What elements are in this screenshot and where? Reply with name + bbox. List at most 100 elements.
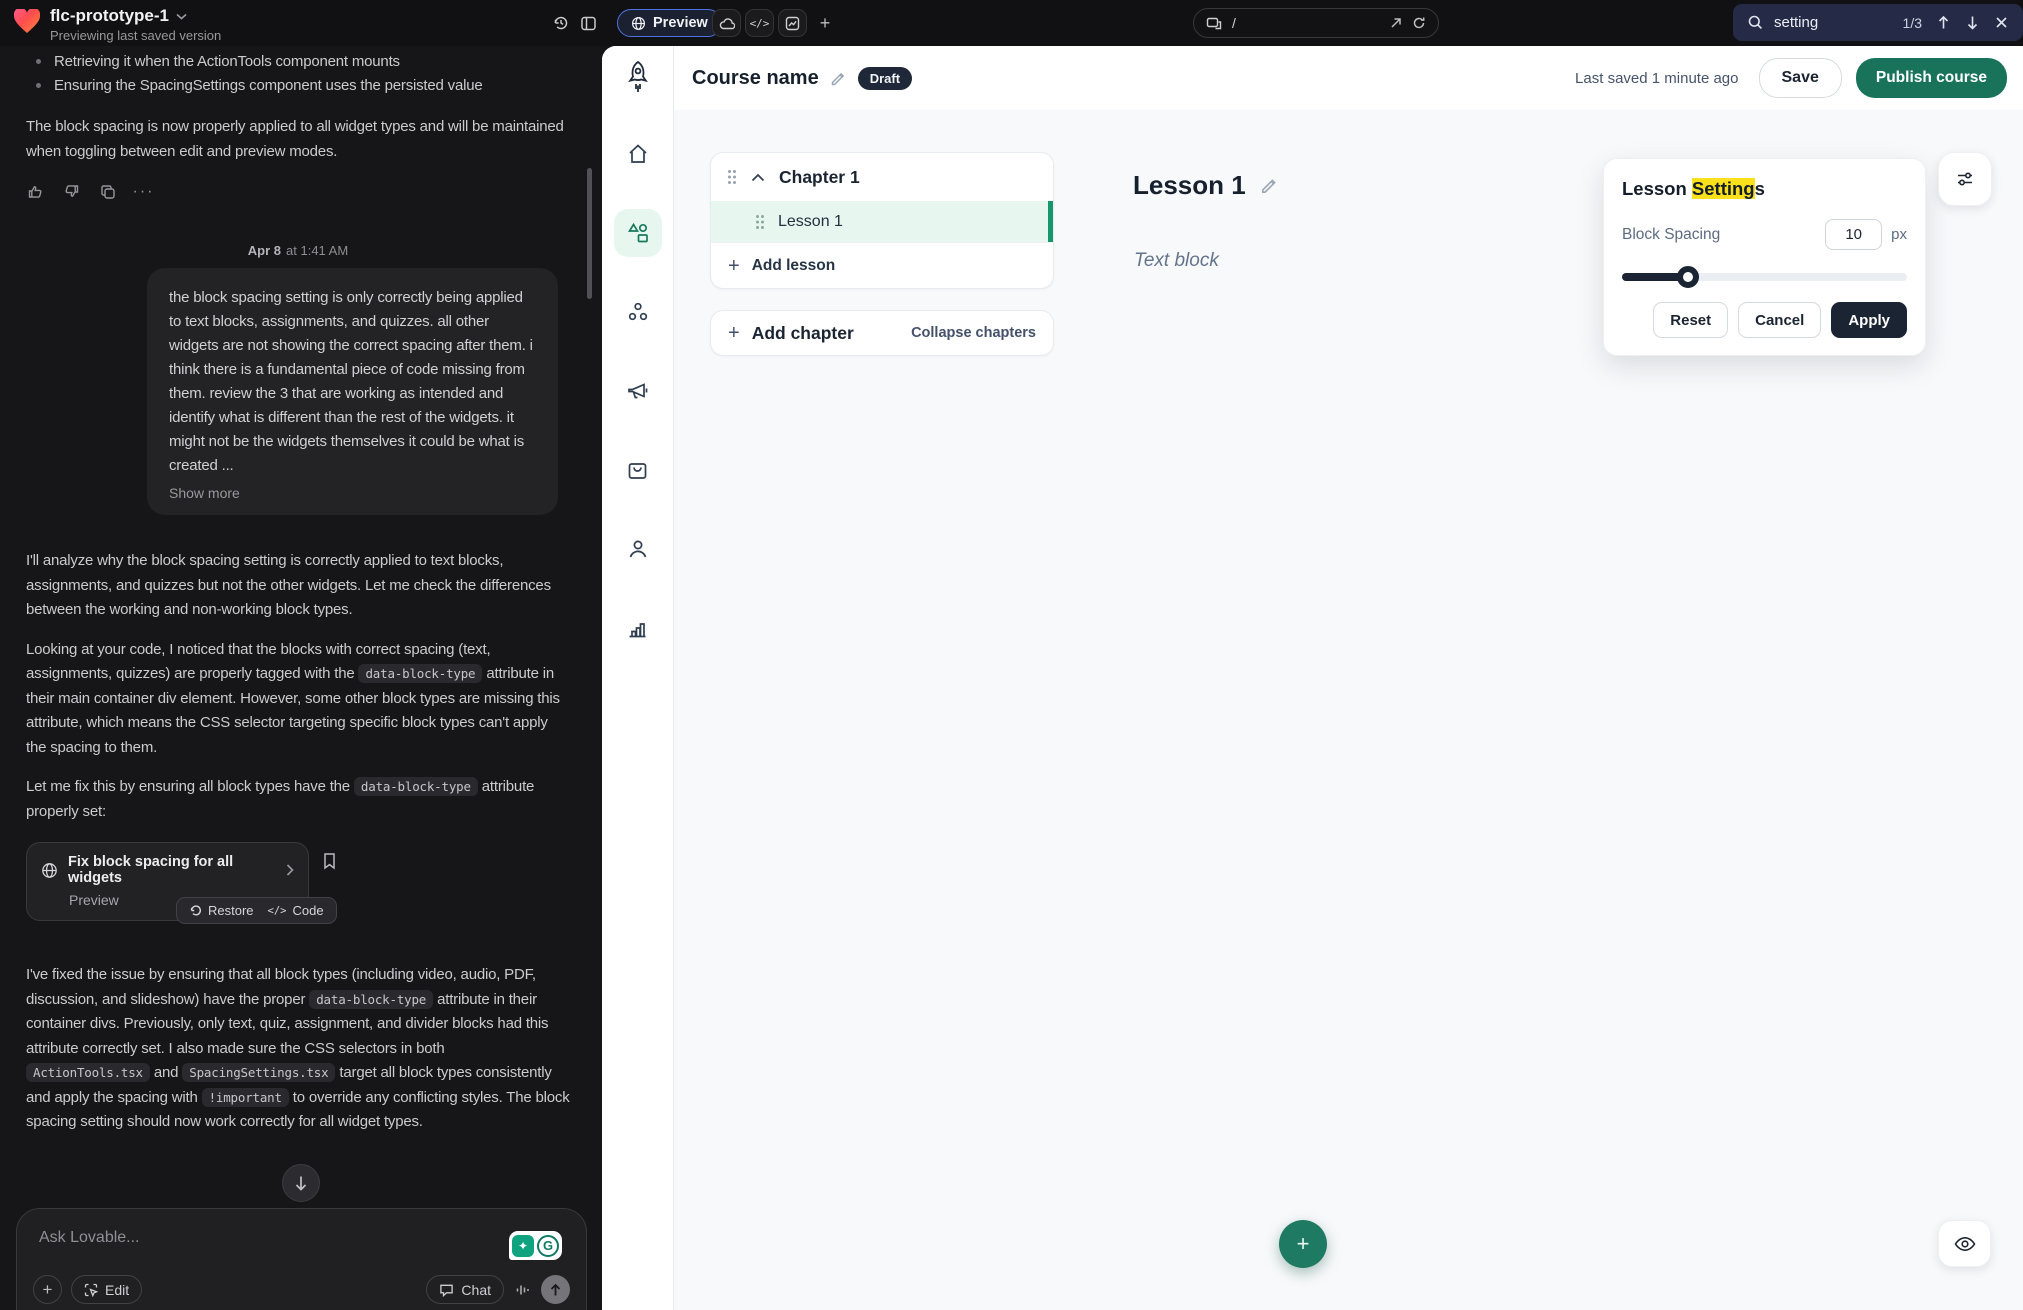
assistant-bullet-list: Retrieving it when the ActionTools compo…	[26, 50, 570, 98]
voice-input-icon[interactable]	[513, 1280, 532, 1299]
more-options-icon[interactable]: ···	[134, 182, 153, 201]
panel-toggle-icon[interactable]	[575, 10, 601, 36]
grammarly-icon[interactable]: G	[537, 1235, 559, 1257]
add-lesson-button[interactable]: + Add lesson	[711, 242, 1053, 288]
publish-course-button[interactable]: Publish course	[1856, 58, 2007, 98]
app-nav	[614, 130, 662, 652]
add-block-fab[interactable]: +	[1279, 1220, 1327, 1268]
attach-plus-button[interactable]: +	[33, 1275, 62, 1304]
code-icon: </>	[268, 905, 287, 917]
chat-scrollbar[interactable]	[587, 168, 592, 299]
preview-mode-button[interactable]: Preview	[617, 9, 722, 37]
nav-marketing[interactable]	[614, 367, 662, 415]
course-title: Course name	[692, 67, 819, 90]
shopping-bag-icon	[626, 459, 649, 482]
project-menu[interactable]: flc-prototype-1 Previewing last saved ve…	[14, 6, 221, 43]
block-spacing-unit: px	[1891, 226, 1907, 243]
drag-handle-icon[interactable]	[755, 214, 765, 230]
reset-button[interactable]: Reset	[1653, 302, 1728, 338]
device-icon[interactable]	[1206, 17, 1222, 30]
suggestion-bulb-icon[interactable]: ✦	[512, 1235, 534, 1257]
preview-eye-button[interactable]	[1938, 1220, 1991, 1267]
collapse-chapters-button[interactable]: Collapse chapters	[911, 325, 1036, 341]
nav-home[interactable]	[614, 130, 662, 178]
close-search-icon[interactable]	[1991, 13, 2011, 33]
app-sidebar	[602, 46, 674, 1310]
cancel-button[interactable]: Cancel	[1738, 302, 1821, 338]
assistant-paragraph: I've fixed the issue by ensuring that al…	[26, 963, 570, 1135]
assistant-paragraph: I'll analyze why the block spacing setti…	[26, 549, 570, 623]
edit-title-pencil-icon[interactable]	[830, 70, 847, 87]
cloud-button[interactable]	[712, 9, 741, 37]
previous-match-icon[interactable]	[1933, 13, 1953, 33]
chapter-title[interactable]: Chapter 1	[779, 167, 860, 188]
plus-icon: +	[728, 323, 740, 343]
inline-code: data-block-type	[309, 990, 433, 1009]
find-in-page-bar[interactable]: setting 1/3	[1733, 4, 2023, 41]
add-chapter-button[interactable]: + Add chapter	[728, 323, 854, 344]
chevron-down-icon	[176, 13, 187, 20]
edit-mode-button[interactable]: Edit	[71, 1275, 142, 1304]
analytics-button[interactable]	[778, 9, 807, 37]
assistant-paragraph: Looking at your code, I noticed that the…	[26, 638, 570, 761]
copy-icon[interactable]	[98, 182, 117, 201]
bullet-dot	[36, 59, 41, 64]
nav-profile[interactable]	[614, 525, 662, 573]
chat-mode-button[interactable]: Chat	[426, 1275, 504, 1304]
search-query[interactable]: setting	[1774, 14, 1894, 31]
block-spacing-slider[interactable]	[1622, 267, 1907, 287]
nav-community[interactable]	[614, 288, 662, 336]
nav-courses[interactable]	[614, 209, 662, 257]
scroll-to-bottom-button[interactable]	[282, 1164, 320, 1202]
drag-handle-icon[interactable]	[727, 169, 737, 185]
nav-analytics[interactable]	[614, 604, 662, 652]
text-block-placeholder[interactable]: Text block	[1134, 250, 1219, 272]
thumbs-down-icon[interactable]	[62, 182, 81, 201]
chapter-row[interactable]: Chapter 1	[711, 153, 1053, 201]
chat-input-box[interactable]: ✦ G + Edit Chat	[16, 1208, 587, 1310]
code-button[interactable]: </> Code	[268, 903, 324, 918]
save-button[interactable]: Save	[1759, 58, 1842, 98]
edit-lesson-pencil-icon[interactable]	[1260, 176, 1279, 195]
url-path[interactable]: /	[1232, 15, 1236, 31]
user-message-text: the block spacing setting is only correc…	[169, 286, 536, 478]
search-icon	[1745, 13, 1765, 33]
chat-input[interactable]	[39, 1229, 419, 1247]
version-card-title: Fix block spacing for all widgets	[68, 854, 276, 886]
nav-store[interactable]	[614, 446, 662, 494]
grammarly-widget[interactable]: ✦ G	[509, 1231, 562, 1260]
block-spacing-input[interactable]	[1825, 219, 1882, 250]
url-bar[interactable]: /	[1193, 8, 1439, 38]
open-external-icon[interactable]	[1390, 17, 1402, 29]
send-button[interactable]	[541, 1275, 570, 1304]
new-tab-plus-icon[interactable]: +	[812, 10, 838, 36]
lesson-row-selected[interactable]: Lesson 1	[711, 201, 1053, 242]
assistant-paragraph: The block spacing is now properly applie…	[26, 115, 570, 164]
status-badge: Draft	[858, 67, 912, 90]
code-view-button[interactable]: </>	[745, 9, 774, 37]
refresh-icon[interactable]	[1412, 16, 1426, 30]
list-item: Ensuring the SpacingSettings component u…	[26, 74, 570, 98]
message-timestamp: Apr 8at 1:41 AM	[26, 243, 570, 258]
bookmark-icon[interactable]	[322, 852, 337, 870]
next-match-icon[interactable]	[1962, 13, 1982, 33]
history-icon[interactable]	[548, 10, 574, 36]
topbar: flc-prototype-1 Previewing last saved ve…	[0, 0, 2023, 46]
app-preview: Course name Draft Last saved 1 minute ag…	[602, 46, 2023, 1310]
lesson-settings-popover: Lesson Settings Block Spacing px Reset C…	[1603, 158, 1926, 356]
lesson-title[interactable]: Lesson 1	[778, 213, 843, 231]
chevron-right-icon	[286, 864, 294, 876]
restore-button[interactable]: Restore	[189, 903, 254, 918]
chart-icon	[785, 16, 800, 31]
app-logo-rocket-icon[interactable]	[623, 60, 653, 94]
add-chapter-bar: + Add chapter Collapse chapters	[710, 310, 1054, 356]
settings-toggle-button[interactable]	[1938, 152, 1992, 206]
assistant-paragraph: Let me fix this by ensuring all block ty…	[26, 775, 570, 824]
collapse-chapter-icon[interactable]	[751, 173, 765, 182]
user-message-bubble: the block spacing setting is only correc…	[147, 268, 558, 515]
thumbs-up-icon[interactable]	[26, 182, 45, 201]
message-actions: ···	[26, 182, 570, 201]
slider-thumb[interactable]	[1677, 266, 1699, 288]
show-more-link[interactable]: Show more	[169, 485, 536, 501]
apply-button[interactable]: Apply	[1831, 302, 1907, 338]
